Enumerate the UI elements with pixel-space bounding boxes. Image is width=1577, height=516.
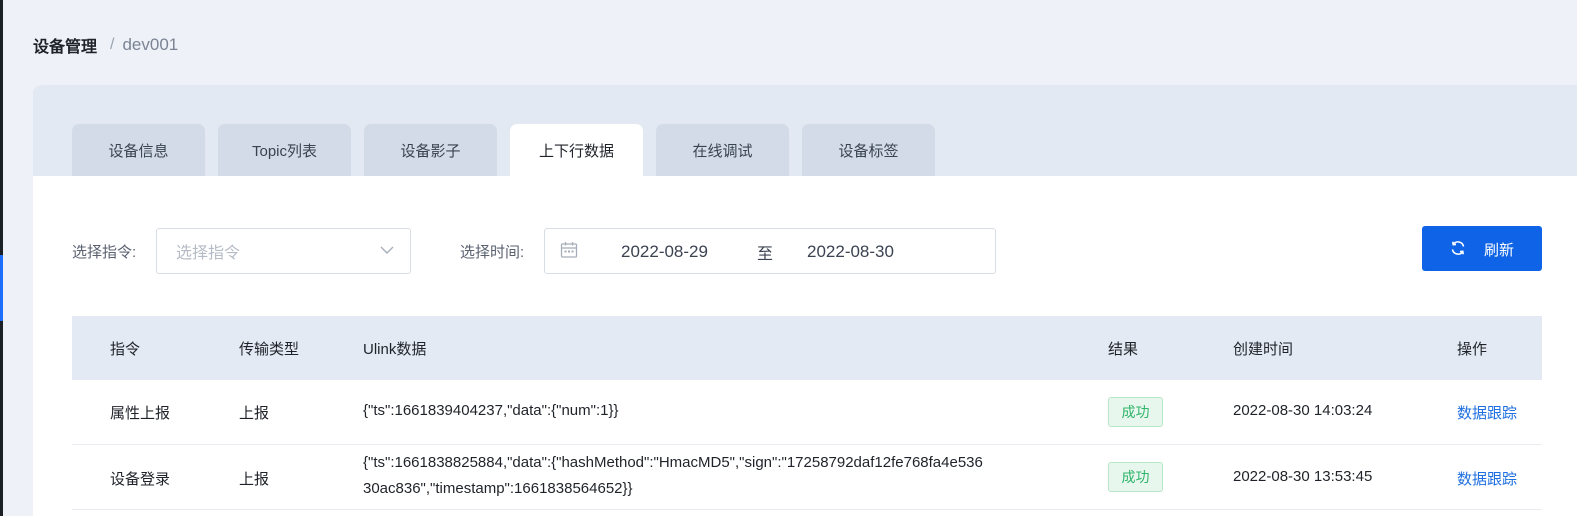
- command-filter-label: 选择指令:: [72, 244, 137, 261]
- table-header: 指令 传输类型 Ulink数据 结果 创建时间 操作: [72, 316, 1542, 380]
- tab-device-info[interactable]: 设备信息: [72, 124, 205, 176]
- refresh-button[interactable]: 刷新: [1422, 226, 1542, 271]
- tab-device-tags[interactable]: 设备标签: [802, 124, 935, 176]
- breadcrumb-separator: /: [110, 36, 115, 53]
- row-transfer-type: 上报: [239, 405, 270, 422]
- breadcrumb-current: dev001: [122, 35, 179, 54]
- calendar-icon: [560, 242, 578, 258]
- row-transfer-type: 上报: [239, 471, 270, 488]
- header-created-time: 创建时间: [1233, 341, 1294, 358]
- row-created-time: 2022-08-30 14:03:24: [1233, 402, 1373, 419]
- data-trace-link[interactable]: 数据跟踪: [1457, 468, 1517, 489]
- date-end-input[interactable]: 2022-08-30: [807, 242, 894, 262]
- command-select-placeholder: 选择指令: [176, 245, 241, 262]
- row-ulink-data-line-1: {"ts":1661838825884,"data":{"hashMethod"…: [363, 454, 983, 471]
- tab-device-shadow[interactable]: 设备影子: [364, 124, 497, 176]
- header-transfer-type: 传输类型: [239, 341, 300, 358]
- header-ulink-data: Ulink数据: [363, 341, 427, 358]
- sidebar-active-indicator: [0, 255, 3, 321]
- time-filter-label: 选择时间:: [460, 244, 525, 261]
- header-actions: 操作: [1457, 341, 1488, 358]
- command-select[interactable]: 选择指令: [156, 228, 411, 274]
- row-command: 属性上报: [110, 405, 171, 422]
- row-ulink-data: {"ts":1661839404237,"data":{"num":1}}: [363, 402, 619, 419]
- row-command: 设备登录: [110, 471, 171, 488]
- chevron-down-icon: [380, 246, 394, 254]
- status-badge: 成功: [1108, 462, 1163, 492]
- row-ulink-data-line-2: 30ac836","timestamp":1661838564652}}: [363, 480, 633, 497]
- row-created-time: 2022-08-30 13:53:45: [1233, 468, 1373, 485]
- breadcrumb: 设备管理 / dev001: [33, 33, 178, 57]
- tab-bar: 设备信息 Topic列表 设备影子 上下行数据 在线调试 设备标签: [33, 85, 1577, 176]
- table-row: 设备登录 上报 {"ts":1661838825884,"data":{"has…: [72, 445, 1542, 510]
- refresh-button-label: 刷新: [1484, 242, 1515, 259]
- status-badge: 成功: [1108, 397, 1163, 427]
- date-range-picker[interactable]: 2022-08-29 至 2022-08-30: [544, 228, 996, 274]
- date-range-separator: 至: [757, 246, 774, 263]
- table-row: 属性上报 上报 {"ts":1661839404237,"data":{"num…: [72, 380, 1542, 445]
- breadcrumb-root[interactable]: 设备管理: [33, 33, 97, 57]
- header-result: 结果: [1108, 341, 1139, 358]
- header-command: 指令: [110, 341, 141, 358]
- data-table: 指令 传输类型 Ulink数据 结果 创建时间 操作 属性上报 上报 {"ts"…: [72, 316, 1542, 510]
- tab-topic-list[interactable]: Topic列表: [218, 124, 351, 176]
- tab-up-down-data[interactable]: 上下行数据: [510, 124, 643, 176]
- refresh-icon: [1451, 241, 1465, 255]
- data-trace-link[interactable]: 数据跟踪: [1457, 402, 1517, 423]
- tab-online-debug[interactable]: 在线调试: [656, 124, 789, 176]
- date-start-input[interactable]: 2022-08-29: [621, 242, 708, 262]
